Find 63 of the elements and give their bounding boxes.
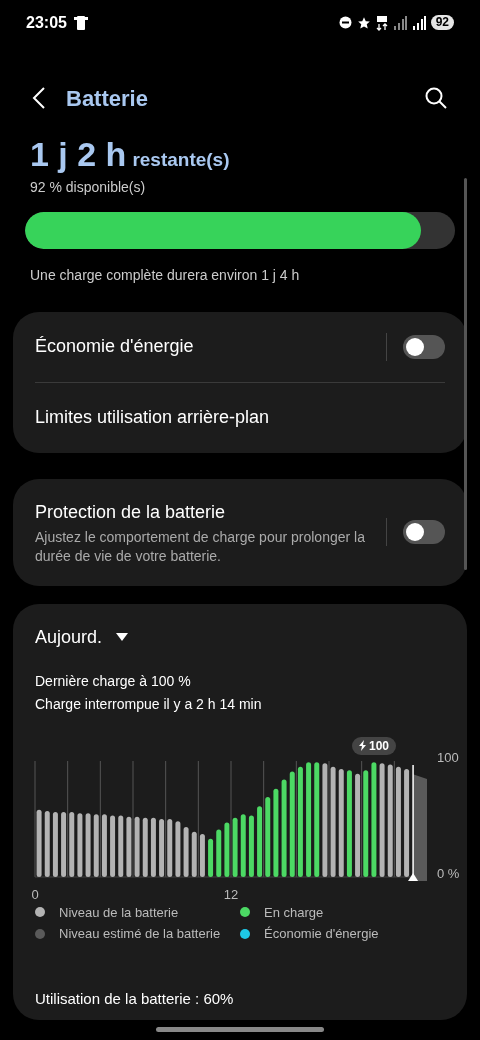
- chart-bar: [175, 820, 181, 877]
- legend-label: Niveau estimé de la batterie: [59, 925, 221, 943]
- setting-label[interactable]: Limites utilisation arrière-plan: [35, 404, 270, 431]
- chart-bar: [224, 822, 230, 877]
- setting-label[interactable]: Économie d'énergie: [35, 333, 194, 360]
- remaining-time: 1 j 2 h: [30, 134, 127, 174]
- chart-bar: [101, 813, 107, 877]
- signal-icon: [411, 15, 426, 30]
- chart-bar: [118, 815, 124, 877]
- chart-bar: [208, 838, 214, 877]
- chart-bar: [183, 826, 189, 877]
- axis-label: 100: [437, 749, 459, 764]
- back-icon[interactable]: [32, 86, 46, 110]
- axis-label: 12: [223, 886, 239, 902]
- chart-bar: [134, 816, 140, 877]
- chart-bar: [150, 817, 156, 877]
- chart-bar: [77, 812, 83, 877]
- search-icon[interactable]: [424, 86, 448, 110]
- chart-bar: [191, 831, 197, 877]
- chart-bar: [240, 813, 246, 877]
- chart-bar: [142, 817, 148, 877]
- toggle-switch[interactable]: [403, 520, 445, 544]
- chart-bar: [44, 810, 50, 877]
- chart-bar: [126, 816, 132, 877]
- chart-bar: [248, 815, 254, 877]
- setting-label[interactable]: Protection de la batterie: [35, 498, 365, 526]
- chart-bar: [232, 817, 238, 877]
- interrupted-text: Charge interrompue il y a 2 h 14 min: [35, 694, 263, 714]
- legend-label: Économie d'énergie: [264, 925, 379, 943]
- chart-bar: [52, 811, 58, 877]
- chart-bar: [257, 805, 263, 877]
- chart-bar: [167, 818, 173, 877]
- chart-bar: [93, 813, 99, 877]
- signal-icon: [392, 15, 407, 30]
- chart-bar: [85, 812, 91, 877]
- status-time: 23:05: [26, 12, 67, 33]
- network-icon: [375, 14, 388, 31]
- battery-indicator: 92: [430, 15, 454, 30]
- axis-label: 0 %: [437, 865, 460, 880]
- chart-bar: [199, 833, 205, 877]
- chart-bar: [216, 828, 222, 877]
- chart-bar: [36, 809, 42, 877]
- usage-text: Utilisation de la batterie : 60%: [35, 988, 235, 1009]
- do-not-disturb-icon: [338, 16, 352, 29]
- period-dropdown[interactable]: Aujourd.: [35, 623, 103, 651]
- legend-label: Niveau de la batterie: [59, 903, 179, 922]
- available-text: 92 % disponible(s): [29, 177, 147, 197]
- peak-value: 100: [369, 737, 390, 755]
- remaining-label: restante(s): [132, 148, 230, 172]
- legend-label: En charge: [264, 903, 324, 922]
- axis-label: 0: [31, 886, 39, 902]
- star-icon: [356, 15, 371, 30]
- bolt-icon: [359, 740, 366, 751]
- dropdown-icon[interactable]: [116, 633, 129, 641]
- full-charge-text: Une charge complète durera environ 1 j 4 h: [29, 265, 301, 285]
- chart-bar: [61, 811, 67, 877]
- chart-bar: [110, 815, 116, 877]
- page-title: Batterie: [66, 84, 148, 113]
- chart-bar: [69, 811, 75, 877]
- toggle-switch[interactable]: [403, 334, 445, 359]
- chart-bar: [159, 818, 165, 877]
- setting-description: Ajustez le comportement de charge pour prolonger la durée de vie de votre batterie.: [35, 527, 365, 566]
- last-charge-text: Dernière charge à 100 %: [35, 671, 192, 691]
